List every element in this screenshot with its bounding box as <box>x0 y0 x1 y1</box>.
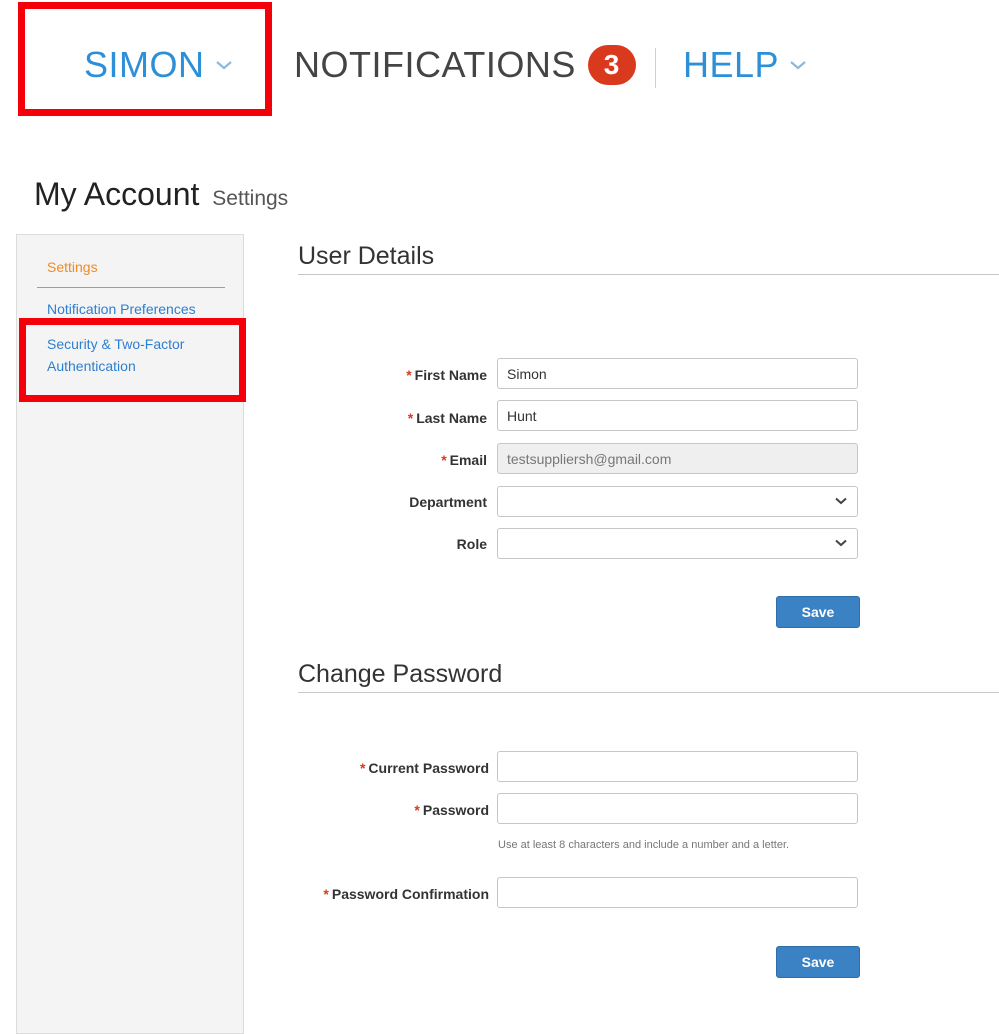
sidebar: Settings Notification Preferences Securi… <box>16 234 244 1034</box>
password-hint: Use at least 8 characters and include a … <box>498 839 790 851</box>
change-password-title: Change Password <box>298 660 503 688</box>
first-name-field[interactable] <box>497 358 858 389</box>
password-confirmation-label-text: Password Confirmation <box>331 886 489 902</box>
user-details-title: User Details <box>298 242 435 270</box>
notification-count-badge: 3 <box>587 45 636 85</box>
page-subtitle: Settings <box>212 187 289 210</box>
notifications-menu[interactable]: NOTIFICATIONS 3 <box>294 44 636 86</box>
required-marker: * <box>441 452 447 468</box>
notifications-label: NOTIFICATIONS <box>294 44 576 85</box>
page-title-text: My Account <box>34 176 200 212</box>
required-marker: * <box>359 760 366 776</box>
current-password-label: * Current Password <box>360 760 489 776</box>
chevron-down-icon <box>789 59 807 71</box>
chevron-down-icon <box>835 539 847 547</box>
first-name-label: * First Name <box>406 367 487 383</box>
password-field[interactable] <box>497 793 858 824</box>
active-item-underline <box>37 287 225 288</box>
email-label: * Email <box>441 452 487 468</box>
nav-divider <box>655 48 656 88</box>
required-marker: * <box>407 410 414 426</box>
help-label: HELP <box>683 44 780 85</box>
required-marker: * <box>414 802 420 818</box>
sidebar-item-settings[interactable]: Settings <box>47 259 98 275</box>
role-label: Role <box>456 536 487 552</box>
help-menu[interactable]: HELP <box>683 44 807 86</box>
required-marker: * <box>406 367 412 383</box>
top-navigation: SIMON NOTIFICATIONS 3 HELP <box>0 0 999 120</box>
last-name-label-text: Last Name <box>416 410 487 426</box>
password-confirmation-label: * Password Confirmation <box>323 886 489 902</box>
first-name-label-text: First Name <box>414 367 487 383</box>
email-label-text: Email <box>449 452 487 468</box>
current-password-label-text: Current Password <box>368 760 489 776</box>
required-marker: * <box>323 886 329 902</box>
sidebar-item-notification-preferences[interactable]: Notification Preferences <box>47 301 196 317</box>
page-title: My Account Settings <box>34 176 288 213</box>
save-password-button[interactable]: Save <box>776 946 860 978</box>
chevron-down-icon <box>835 497 847 505</box>
sidebar-item-security[interactable]: Security & Two-Factor Authentication <box>47 333 217 377</box>
password-confirmation-field[interactable] <box>497 877 858 908</box>
department-label: Department <box>409 494 487 510</box>
password-label-text: Password <box>422 802 489 818</box>
section-divider <box>298 692 999 693</box>
department-select[interactable] <box>497 486 858 517</box>
section-divider <box>298 274 999 275</box>
user-menu[interactable]: SIMON <box>84 44 233 86</box>
current-password-field[interactable] <box>497 751 858 782</box>
save-user-details-button[interactable]: Save <box>776 596 860 628</box>
last-name-label: * Last Name <box>408 410 487 426</box>
user-name: SIMON <box>84 44 205 85</box>
role-select[interactable] <box>497 528 858 559</box>
chevron-down-icon <box>215 59 233 71</box>
last-name-field[interactable] <box>497 400 858 431</box>
password-label: * Password <box>414 802 489 818</box>
email-field <box>497 443 858 474</box>
